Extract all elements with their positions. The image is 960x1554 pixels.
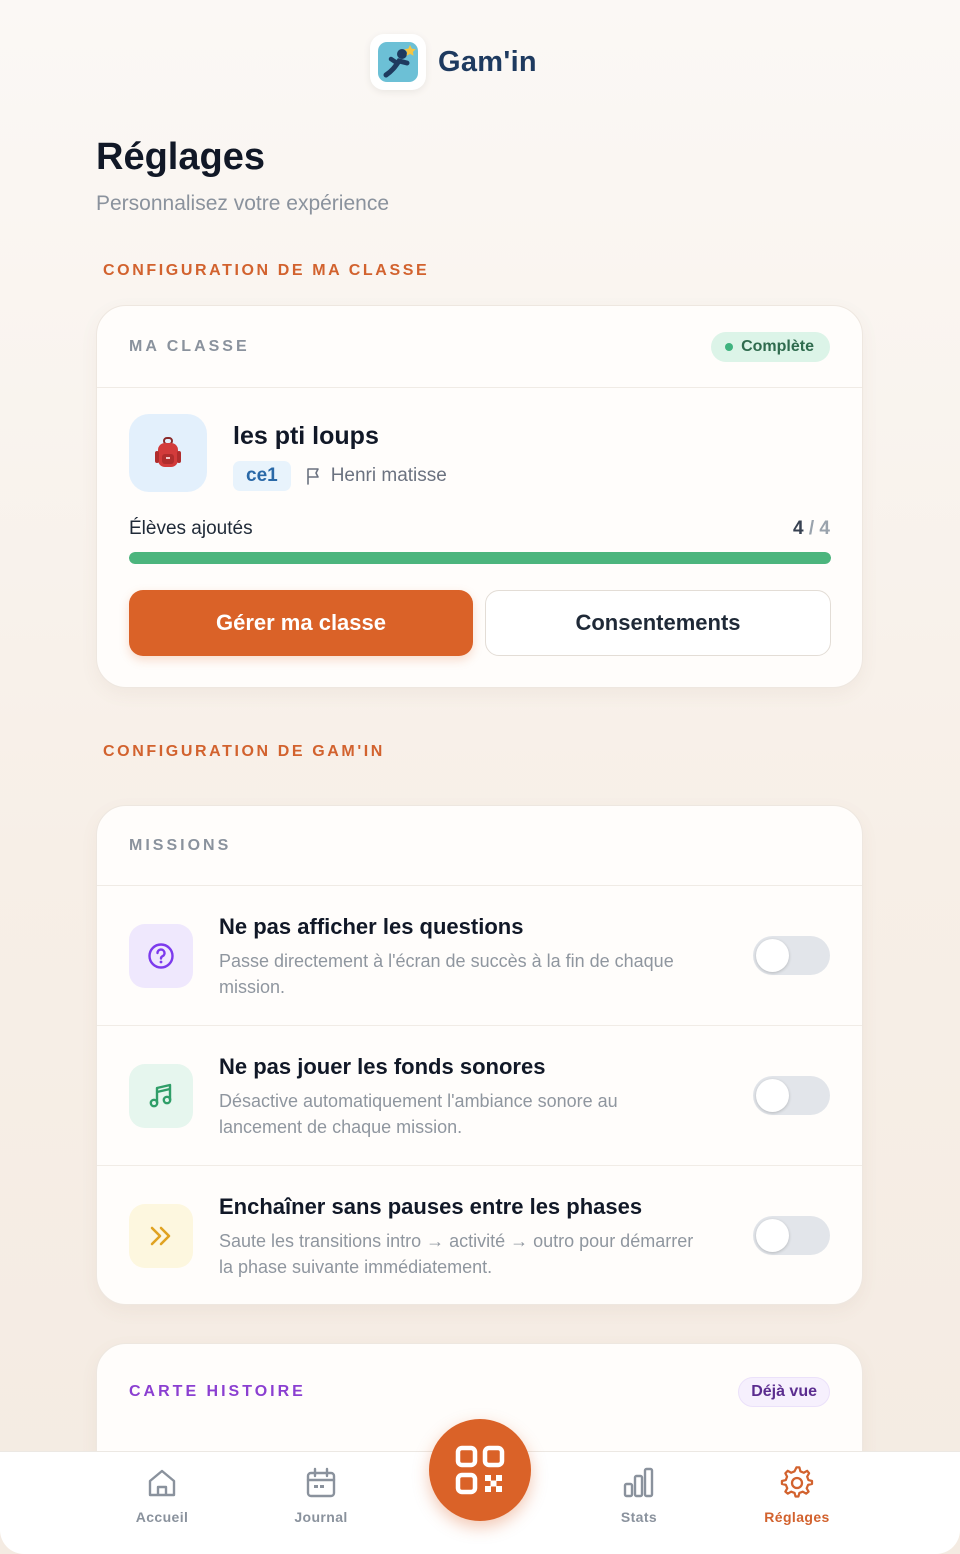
students-progress-fill bbox=[129, 552, 831, 564]
class-card-title: MA CLASSE bbox=[129, 337, 250, 355]
status-badge: Complète bbox=[711, 331, 830, 362]
class-card: MA CLASSE Complète les pti loups ce1 Hen… bbox=[96, 305, 863, 688]
manage-class-button[interactable]: Gérer ma classe bbox=[129, 590, 473, 656]
page-title: Réglages bbox=[96, 136, 265, 178]
toggle-knob bbox=[756, 1219, 789, 1252]
bar-chart-icon bbox=[623, 1467, 654, 1498]
nav-label: Journal bbox=[294, 1509, 348, 1525]
setting-row-no-soundtrack: Ne pas jouer les fonds sonores Désactive… bbox=[97, 1026, 862, 1166]
class-info: les pti loups ce1 Henri matisse bbox=[233, 414, 447, 491]
setting-description: Saute les transitions intro → activité →… bbox=[219, 1231, 694, 1277]
nav-item-accueil[interactable]: Accueil bbox=[102, 1466, 222, 1525]
app-name: Gam'in bbox=[438, 45, 537, 78]
section-label-gamin-config: CONFIGURATION DE GAM'IN bbox=[103, 743, 385, 760]
runner-logo-icon bbox=[378, 42, 418, 82]
setting-description: Passe directement à l'écran de succès à … bbox=[219, 951, 674, 997]
section-label-class-config: CONFIGURATION DE MA CLASSE bbox=[103, 262, 430, 279]
setting-description: Désactive automatiquement l'ambiance son… bbox=[219, 1091, 618, 1137]
nav-item-reglages[interactable]: Réglages bbox=[737, 1466, 857, 1525]
students-total: / 4 bbox=[808, 518, 830, 539]
hide-questions-toggle[interactable] bbox=[753, 936, 830, 975]
missions-card: MISSIONS Ne pas afficher les questions P… bbox=[96, 805, 863, 1305]
nav-item-journal[interactable]: Journal bbox=[261, 1466, 381, 1525]
skip-pauses-toggle[interactable] bbox=[753, 1216, 830, 1255]
students-count: 4 / 4 bbox=[793, 518, 830, 540]
consents-button[interactable]: Consentements bbox=[485, 590, 831, 656]
app-logo: Gam'in bbox=[370, 34, 537, 90]
seen-badge: Déjà vue bbox=[738, 1377, 830, 1407]
nav-label: Réglages bbox=[764, 1509, 830, 1525]
class-name: les pti loups bbox=[233, 422, 379, 450]
calendar-icon bbox=[306, 1467, 336, 1498]
class-card-header: MA CLASSE Complète bbox=[97, 306, 862, 388]
nav-item-stats[interactable]: Stats bbox=[579, 1466, 699, 1525]
students-progress-bar bbox=[129, 552, 831, 564]
toggle-knob bbox=[756, 939, 789, 972]
students-added: 4 bbox=[793, 518, 804, 539]
double-chevron-right-icon bbox=[129, 1204, 193, 1268]
nav-label: Stats bbox=[620, 1509, 658, 1525]
class-summary: les pti loups ce1 Henri matisse bbox=[129, 414, 447, 492]
scan-qr-button[interactable] bbox=[429, 1419, 531, 1521]
status-badge-label: Complète bbox=[741, 337, 814, 355]
school: Henri matisse bbox=[305, 465, 447, 487]
page-subtitle: Personnalisez votre expérience bbox=[96, 192, 389, 215]
qr-code-icon bbox=[455, 1445, 505, 1495]
story-card-title: CARTE HISTOIRE bbox=[129, 1383, 306, 1400]
setting-title: Ne pas afficher les questions bbox=[219, 914, 524, 939]
backpack-icon bbox=[129, 414, 207, 492]
status-dot bbox=[725, 342, 734, 351]
home-icon bbox=[148, 1469, 176, 1497]
missions-card-title: MISSIONS bbox=[129, 836, 232, 854]
students-label: Élèves ajoutés bbox=[129, 518, 253, 539]
setting-row-skip-pauses: Enchaîner sans pauses entre les phases S… bbox=[97, 1166, 862, 1306]
setting-title: Enchaîner sans pauses entre les phases bbox=[219, 1194, 643, 1219]
school-name: Henri matisse bbox=[330, 465, 447, 486]
setting-row-hide-questions: Ne pas afficher les questions Passe dire… bbox=[97, 886, 862, 1026]
no-soundtrack-toggle[interactable] bbox=[753, 1076, 830, 1115]
level-chip: ce1 bbox=[233, 461, 291, 491]
setting-title: Ne pas jouer les fonds sonores bbox=[219, 1054, 546, 1079]
nav-label: Accueil bbox=[135, 1509, 189, 1525]
question-circle-icon bbox=[129, 924, 193, 988]
missions-card-header: MISSIONS bbox=[97, 806, 862, 886]
music-note-icon bbox=[129, 1064, 193, 1128]
flag-icon bbox=[306, 468, 319, 485]
toggle-knob bbox=[756, 1079, 789, 1112]
gear-icon bbox=[780, 1466, 814, 1498]
logo-badge bbox=[370, 34, 426, 90]
class-meta: ce1 Henri matisse bbox=[233, 461, 447, 491]
